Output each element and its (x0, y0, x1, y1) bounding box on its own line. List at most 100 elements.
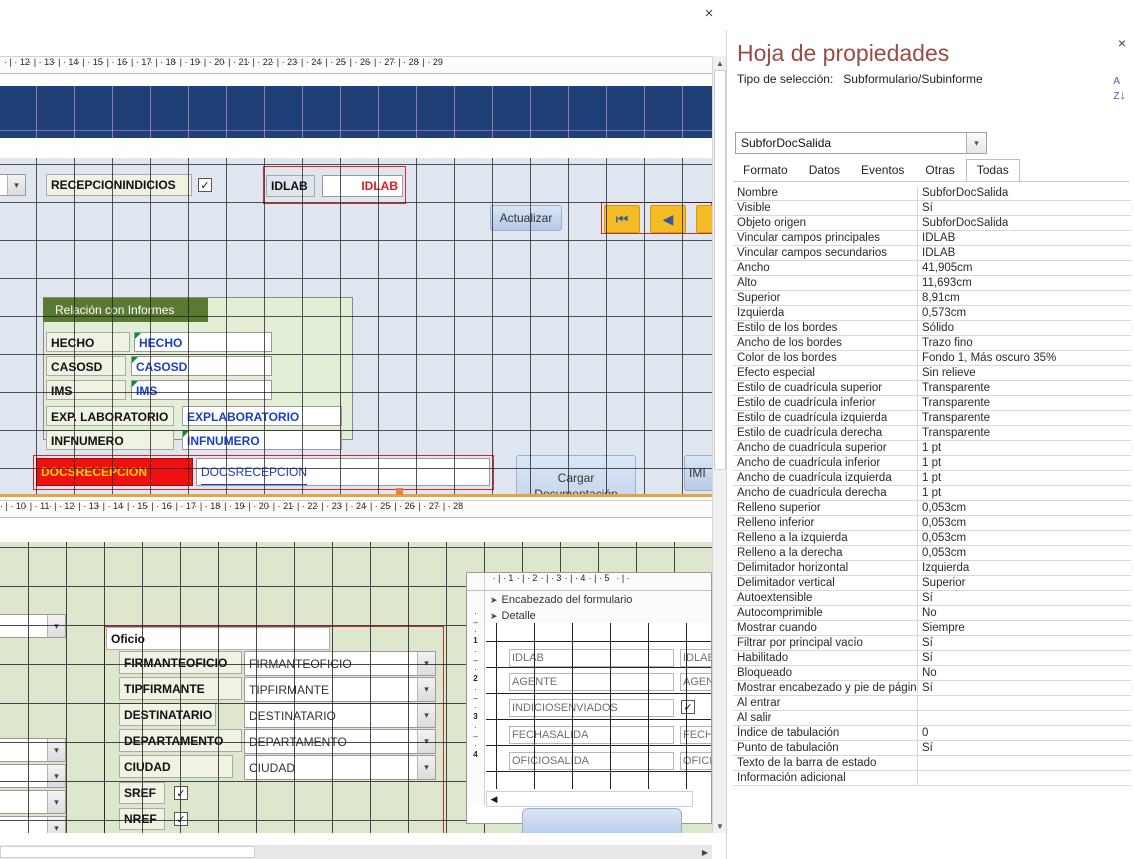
gridline-horizontal (0, 130, 712, 131)
nav-first-button[interactable]: ⏮ (604, 205, 640, 233)
nav-previous-button[interactable]: ◀ (650, 205, 686, 233)
imi-partial-button[interactable]: IMI (684, 455, 712, 491)
combo-stub-lower-5[interactable]: ▾ (0, 816, 66, 833)
design-horizontal-scrollbar[interactable]: ▶ (0, 845, 712, 859)
property-value[interactable]: Sólido (918, 321, 1131, 335)
property-value[interactable] (918, 711, 1131, 725)
property-value[interactable]: 1 pt (918, 486, 1131, 500)
property-value[interactable]: Transparente (918, 381, 1131, 395)
scroll-right-icon[interactable]: ▶ (698, 845, 712, 859)
property-value[interactable]: 0,053cm (918, 531, 1131, 545)
nref-checkbox[interactable]: ✓ (174, 812, 188, 826)
hecho-textbox[interactable]: HECHO (134, 332, 272, 352)
explaboratorio-textbox[interactable]: EXPLABORATORIO (182, 406, 342, 426)
property-value[interactable]: 0,053cm (918, 546, 1131, 560)
bottom-partial-button[interactable] (522, 808, 682, 833)
idlab-textbox[interactable]: IDLAB (322, 175, 403, 197)
property-value[interactable]: IDLAB (918, 231, 1131, 245)
property-value[interactable]: Superior (918, 576, 1131, 590)
property-value[interactable]: Fondo 1, Más oscuro 35% (918, 351, 1131, 365)
property-sheet-close-icon[interactable]: × (1112, 34, 1132, 52)
subform-ruler-tick: · | · 5 (588, 573, 610, 583)
property-row: Mostrar encabezado y pie de págin Sí (733, 681, 1131, 696)
property-value[interactable]: Sí (918, 591, 1131, 605)
property-value[interactable]: 11,693cm (918, 276, 1131, 290)
property-value[interactable]: Siempre (918, 621, 1131, 635)
design-vertical-scrollbar[interactable]: ▲ ▼ (712, 56, 726, 833)
property-value[interactable]: Sin relieve (918, 366, 1131, 380)
infnumero-textbox[interactable]: INFNUMERO (182, 430, 342, 450)
property-tab-todas[interactable]: Todas (965, 159, 1020, 182)
recepcionindicios-checkbox[interactable]: ✓ (198, 178, 212, 192)
property-value[interactable] (918, 696, 1131, 710)
property-row: Relleno a la izquierda 0,053cm (733, 531, 1131, 546)
combo-stub-lower-1[interactable]: ▾ (0, 614, 66, 638)
sort-az-icon[interactable]: A Z↓ (1113, 72, 1126, 102)
property-value[interactable]: Sí (918, 651, 1131, 665)
property-value[interactable] (918, 756, 1131, 770)
subform-vruler-label: 4 (473, 750, 478, 759)
property-value[interactable]: Sí (918, 201, 1131, 215)
property-value[interactable]: SubforDocSalida (918, 216, 1131, 230)
property-value[interactable]: Transparente (918, 426, 1131, 440)
actualizar-button[interactable]: Actualizar (490, 205, 562, 231)
property-name: Estilo de cuadrícula derecha (733, 426, 918, 440)
property-value[interactable]: 0,573cm (918, 306, 1131, 320)
gridline-vertical (264, 158, 265, 494)
property-value[interactable]: 41,905cm (918, 261, 1131, 275)
scroll-up-icon[interactable]: ▲ (713, 56, 726, 70)
property-name: Autocomprimible (733, 606, 918, 620)
property-tab-formato[interactable]: Formato (733, 160, 798, 181)
docsrecepcion-textbox[interactable]: DOCSRECEPCION (196, 458, 490, 486)
subform-horizontal-scrollbar[interactable]: ◀ (486, 791, 693, 807)
object-selector-combo[interactable]: SubforDocSalida ▾ (735, 132, 987, 154)
property-value[interactable]: 1 pt (918, 441, 1131, 455)
infnumero-label: INFNUMERO (46, 430, 174, 450)
property-value[interactable]: SubforDocSalida (918, 186, 1131, 200)
close-icon[interactable]: × (698, 4, 720, 24)
property-value[interactable]: Transparente (918, 396, 1131, 410)
chevron-down-icon[interactable]: ▾ (966, 133, 986, 153)
property-value[interactable]: Sí (918, 741, 1131, 755)
scroll-left-icon[interactable]: ◀ (487, 792, 501, 806)
property-value[interactable]: 0,053cm (918, 516, 1131, 530)
property-tab-datos[interactable]: Datos (799, 160, 850, 181)
sub-indiciosenviados-checkbox[interactable]: ✓ (681, 700, 695, 714)
casosd-textbox[interactable]: CASOSD (131, 356, 272, 376)
combo-stub-left[interactable]: ▾ (0, 174, 26, 196)
nav-next-button[interactable] (696, 205, 712, 233)
ruler-tick: · | · 13 (28, 57, 55, 67)
property-value[interactable]: 1 pt (918, 471, 1131, 485)
sref-checkbox[interactable]: ✓ (174, 786, 188, 800)
ims-textbox[interactable]: IMS (131, 380, 272, 400)
section-separator-marker[interactable] (396, 488, 403, 495)
property-value[interactable]: Trazo fino (918, 336, 1131, 350)
property-value[interactable]: 1 pt (918, 456, 1131, 470)
subform-section-header[interactable]: ➤ Encabezado del formulario (486, 592, 711, 608)
property-value[interactable]: IDLAB (918, 246, 1131, 260)
combo-stub-lower-4[interactable]: ▾ (0, 790, 66, 814)
property-tab-otras[interactable]: Otras (915, 160, 964, 181)
property-tab-eventos[interactable]: Eventos (851, 160, 914, 181)
combo-stub-lower-3[interactable]: ▾ (0, 764, 66, 788)
subform-section-detail[interactable]: ➤ Detalle (486, 608, 711, 624)
cargar-documentacion-button[interactable]: Cargar Documentación Recibida (516, 455, 636, 494)
property-value[interactable] (918, 771, 1131, 785)
sub-idlab-control[interactable]: IDLAB (680, 649, 711, 667)
property-value[interactable]: No (918, 606, 1131, 620)
vertical-scroll-thumb[interactable] (714, 70, 726, 470)
property-value[interactable]: 0 (918, 726, 1131, 740)
sub-fechasalida-control[interactable]: FECHASALIDA (680, 726, 711, 744)
property-row: Mostrar cuando Siempre (733, 621, 1131, 636)
property-value[interactable]: Sí (918, 636, 1131, 650)
property-value[interactable]: Transparente (918, 411, 1131, 425)
property-value[interactable]: 8,91cm (918, 291, 1131, 305)
sub-agente-control[interactable]: AGENTE (680, 673, 711, 691)
horizontal-scroll-thumb[interactable] (0, 846, 255, 858)
sub-oficiosalida-control[interactable]: OFICIOSALIDA (680, 752, 711, 770)
scroll-down-icon[interactable]: ▼ (713, 819, 726, 833)
property-value[interactable]: Izquierda (918, 561, 1131, 575)
property-value[interactable]: Sí (918, 681, 1131, 695)
property-value[interactable]: No (918, 666, 1131, 680)
property-value[interactable]: 0,053cm (918, 501, 1131, 515)
